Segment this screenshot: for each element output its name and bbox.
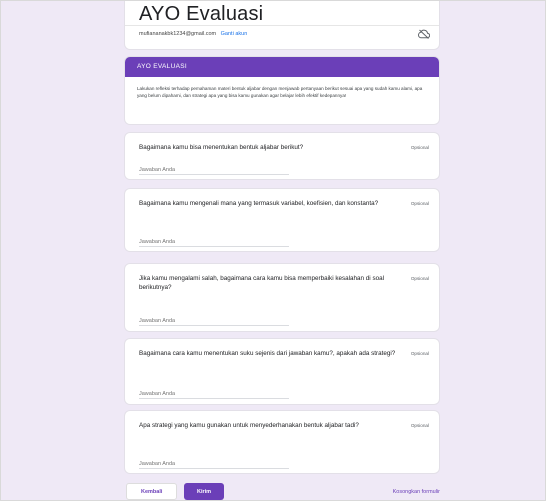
form-header-card: AYO Evaluasi mufiananakbk1234@gmail.com … — [124, 0, 440, 50]
answer-input[interactable] — [139, 237, 289, 247]
back-button[interactable]: Kembali — [126, 483, 178, 500]
answer-input[interactable] — [139, 316, 289, 326]
question-text: Bagaimana kamu mengenali mana yang terma… — [139, 200, 379, 207]
question-card: Bagaimana cara kamu menentukan suku seje… — [124, 338, 440, 405]
question-text: Apa strategi yang kamu gunakan untuk men… — [139, 422, 359, 429]
section-title: AYO EVALUASI — [125, 57, 439, 77]
optional-label: Opsional — [410, 276, 429, 281]
submit-button[interactable]: Kirim — [184, 483, 225, 500]
answer-input[interactable] — [139, 459, 289, 469]
question-text: Bagaimana cara kamu menentukan suku seje… — [139, 350, 396, 357]
answer-input[interactable] — [139, 389, 289, 399]
section-card: AYO EVALUASI Lakukan refleksi terhadap p… — [124, 56, 440, 125]
form-title: AYO Evaluasi — [139, 3, 264, 25]
question-text: Bagaimana kamu bisa menentukan bentuk al… — [139, 144, 304, 151]
question-text: Jika kamu mengalami salah, bagaimana car… — [139, 275, 385, 291]
optional-label: Opsional — [410, 145, 429, 150]
optional-label: Opsional — [410, 201, 429, 206]
cloud-off-icon — [418, 29, 430, 39]
question-card: Jika kamu mengalami salah, bagaimana car… — [124, 263, 440, 332]
account-row: mufiananakbk1234@gmail.com Ganti akun — [139, 31, 247, 37]
optional-label: Opsional — [410, 423, 429, 428]
answer-input[interactable] — [139, 165, 289, 175]
account-email: mufiananakbk1234@gmail.com — [139, 31, 217, 37]
question-card: Bagaimana kamu mengenali mana yang terma… — [124, 188, 440, 252]
section-description: Lakukan refleksi terhadap pemahaman mate… — [137, 86, 423, 98]
question-card: Bagaimana kamu bisa menentukan bentuk al… — [124, 132, 440, 180]
form-footer: Kembali Kirim Kosongkan formulir — [124, 480, 440, 500]
clear-form-link[interactable]: Kosongkan formulir — [393, 489, 440, 495]
question-card: Apa strategi yang kamu gunakan untuk men… — [124, 410, 440, 474]
optional-label: Opsional — [410, 351, 429, 356]
switch-account-link[interactable]: Ganti akun — [221, 31, 248, 37]
header-divider — [125, 25, 439, 26]
